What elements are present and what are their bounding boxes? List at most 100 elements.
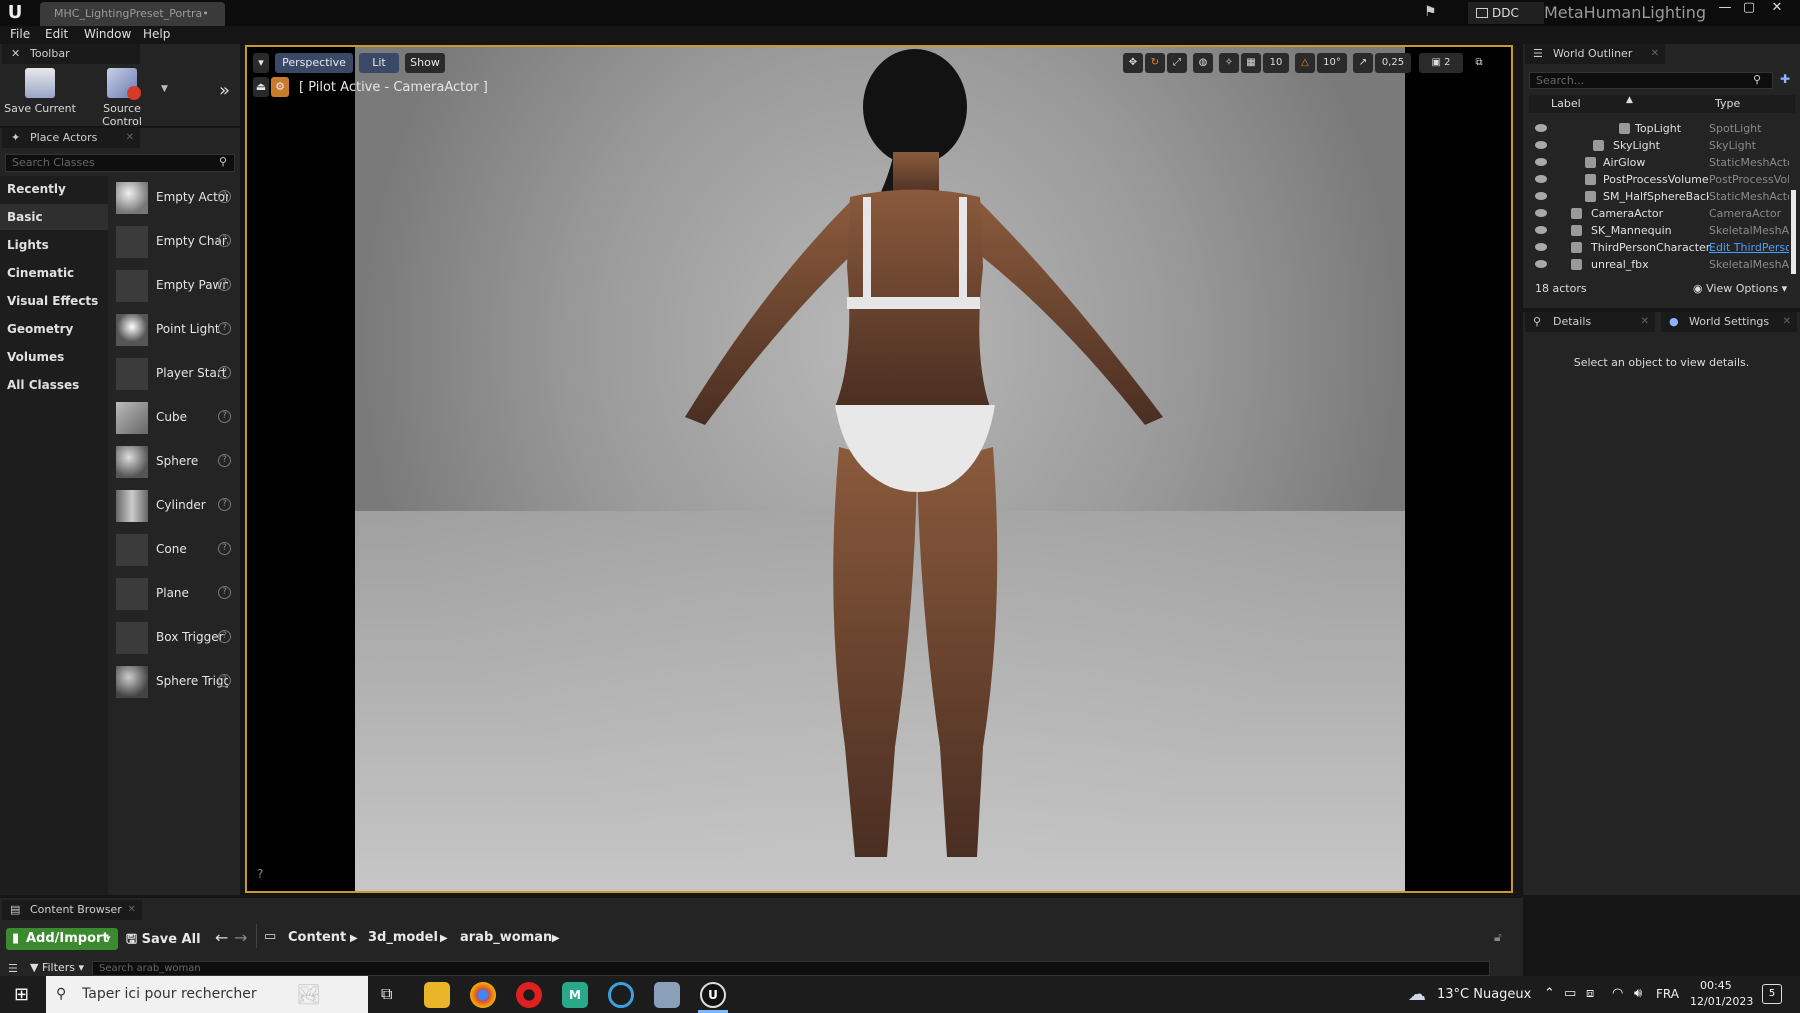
volume-icon[interactable]: 🔊︎ (1634, 986, 1642, 1001)
scale-snap-value[interactable]: 0,25 (1375, 53, 1411, 73)
help-icon[interactable]: ? (218, 278, 231, 291)
place-actors-tab[interactable]: ✦ Place Actors ✕ (2, 128, 140, 148)
eject-icon[interactable]: ⏏ (253, 77, 269, 97)
tab-close-icon[interactable]: ✕ (1641, 312, 1649, 332)
task-view-icon[interactable]: ⧉ (381, 984, 392, 1004)
rotate-icon[interactable]: ↻ (1145, 53, 1165, 73)
weather-text[interactable]: 13°C Nuageux (1437, 987, 1531, 1002)
ddc-button[interactable]: DDC (1468, 2, 1544, 24)
details-tab[interactable]: ⚲ Details ✕ (1525, 312, 1655, 332)
help-icon[interactable]: ? (218, 674, 231, 687)
help-icon[interactable]: ? (218, 454, 231, 467)
clock-time[interactable]: 00:45 (1700, 979, 1732, 992)
actor-point-light[interactable]: Point Light? (116, 310, 236, 350)
display-icon[interactable]: ⧈ (1586, 986, 1594, 1001)
outliner-row[interactable]: CameraActor CameraActor (1523, 206, 1800, 223)
camera-speed-button[interactable]: ▣ 2 (1419, 53, 1463, 73)
expand-toolbar-icon[interactable]: » (219, 80, 230, 101)
lock-icon[interactable]: 🔓︎ (1494, 930, 1502, 945)
translate-icon[interactable]: ✥ (1123, 53, 1143, 73)
network-icon[interactable]: ▭ (1564, 986, 1576, 1001)
source-control-status-icon[interactable]: ⚑ (1424, 4, 1437, 20)
notifications-button[interactable]: 5 (1762, 984, 1782, 1004)
language-indicator[interactable]: FRA (1656, 987, 1679, 1001)
maximize-viewport-icon[interactable]: ⧉ (1469, 53, 1489, 73)
help-icon[interactable]: ? (218, 234, 231, 247)
minimize-button[interactable]: — (1712, 0, 1738, 18)
menu-help[interactable]: Help (143, 27, 170, 41)
visibility-eye-icon[interactable] (1535, 175, 1547, 183)
windows-start-icon[interactable]: ⊞ (14, 984, 29, 1005)
visibility-eye-icon[interactable] (1535, 226, 1547, 234)
actor-empty-pawn[interactable]: Empty Pawn? (116, 266, 236, 306)
outliner-row[interactable]: AirGlow StaticMeshActor (1523, 155, 1800, 172)
grid-snap-icon[interactable]: ▦ (1241, 53, 1261, 73)
unreal-engine-taskbar-icon[interactable]: U (700, 982, 726, 1008)
save-all-button[interactable]: 🖫 Save All (126, 930, 201, 952)
menu-file[interactable]: File (10, 27, 30, 41)
help-icon[interactable]: ? (218, 410, 231, 423)
content-search-input[interactable]: Search arab_woman (92, 961, 1490, 976)
actor-empty-character[interactable]: Empty Character? (116, 222, 236, 262)
breadcrumb-content[interactable]: Content (288, 930, 346, 945)
monitor-app-icon[interactable] (654, 982, 680, 1008)
opera-icon[interactable] (516, 982, 542, 1008)
visibility-eye-icon[interactable] (1535, 141, 1547, 149)
actor-sphere-trigger[interactable]: Sphere Trigger? (116, 662, 236, 702)
sources-toggle-icon[interactable]: ☰ (8, 962, 18, 975)
filters-button[interactable]: ▼ Filters ▾ (30, 961, 84, 974)
help-icon[interactable]: ? (218, 366, 231, 379)
visibility-eye-icon[interactable] (1535, 260, 1547, 268)
help-icon[interactable]: ? (218, 630, 231, 643)
world-settings-tab[interactable]: ● World Settings ✕ (1661, 312, 1797, 332)
forward-arrow-icon[interactable]: → (234, 928, 247, 947)
category-all-classes[interactable]: All Classes (0, 372, 108, 398)
tab-close-icon[interactable]: ✕ (128, 900, 136, 920)
breadcrumb-chevron-icon[interactable]: ▶ (440, 933, 448, 944)
visibility-eye-icon[interactable] (1535, 192, 1547, 200)
outliner-row[interactable]: ThirdPersonCharacterEdit ThirdPersonChar… (1523, 240, 1800, 257)
menu-edit[interactable]: Edit (45, 27, 68, 41)
save-current-button[interactable]: Save Current (4, 68, 76, 115)
viewport-scene[interactable] (355, 47, 1405, 891)
scale-snap-icon[interactable]: ↗ (1353, 53, 1373, 73)
outliner-scrollbar[interactable] (1791, 190, 1796, 274)
document-tab[interactable]: MHC_LightingPreset_Portra• (40, 2, 225, 26)
search-classes-input[interactable]: Search Classes (5, 154, 235, 172)
toolbar-tab[interactable]: ✕ Toolbar (2, 44, 140, 64)
tab-close-icon[interactable]: ✕ (1651, 44, 1659, 64)
visibility-eye-icon[interactable] (1535, 158, 1547, 166)
surface-snap-icon[interactable]: ✧ (1219, 53, 1239, 73)
view-options-button[interactable]: ◉ View Options ▾ (1693, 282, 1787, 295)
dropdown-arrow-icon[interactable]: ▼ (161, 84, 168, 94)
category-lights[interactable]: Lights (0, 232, 108, 258)
category-cinematic[interactable]: Cinematic (0, 260, 108, 286)
actor-player-start[interactable]: Player Start? (116, 354, 236, 394)
maximize-button[interactable]: ▢ (1736, 0, 1762, 18)
visibility-eye-icon[interactable] (1535, 209, 1547, 217)
category-geometry[interactable]: Geometry (0, 316, 108, 342)
actor-cube[interactable]: Cube? (116, 398, 236, 438)
outliner-row[interactable]: unreal_fbx SkeletalMeshActor (1523, 257, 1800, 274)
world-space-icon[interactable]: ◍ (1193, 53, 1213, 73)
rotation-snap-icon[interactable]: △ (1295, 53, 1315, 73)
help-icon[interactable]: ? (218, 498, 231, 511)
rotation-snap-value[interactable]: 10° (1317, 53, 1347, 73)
world-outliner-tab[interactable]: ☰ World Outliner ✕ (1525, 44, 1665, 64)
scale-icon[interactable]: ⤢ (1167, 53, 1187, 73)
help-icon[interactable]: ? (218, 322, 231, 335)
actor-box-trigger[interactable]: Box Trigger? (116, 618, 236, 658)
back-arrow-icon[interactable]: ← (215, 928, 228, 947)
category-volumes[interactable]: Volumes (0, 344, 108, 370)
viewport-help-icon[interactable]: ? (257, 867, 263, 881)
c-app-icon[interactable] (608, 982, 634, 1008)
actor-sphere[interactable]: Sphere? (116, 442, 236, 482)
clock-date[interactable]: 12/01/2023 (1690, 995, 1753, 1008)
chrome-icon[interactable] (470, 982, 496, 1008)
category-visual-effects[interactable]: Visual Effects (0, 288, 108, 314)
edit-blueprint-link[interactable]: Edit ThirdPersonCharacter (1709, 241, 1789, 254)
viewport-options-button[interactable]: ▾ (253, 53, 269, 73)
source-control-button[interactable]: Source Control (82, 68, 162, 128)
pilot-camera-icon[interactable]: ⚙ (271, 77, 289, 97)
menu-window[interactable]: Window (84, 27, 131, 41)
